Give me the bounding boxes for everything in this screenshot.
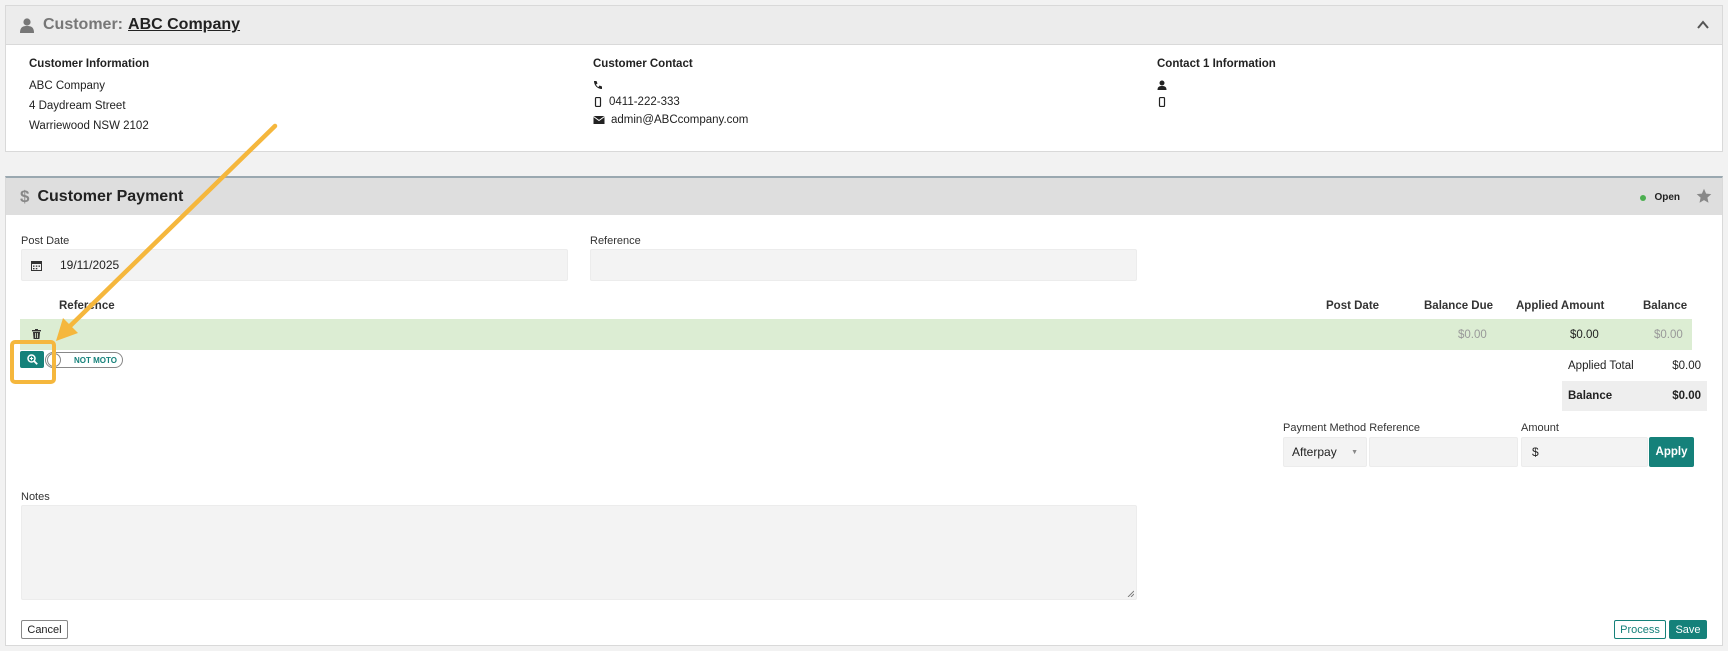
address-line: ABC Company — [29, 80, 106, 92]
zoom-button[interactable] — [20, 351, 44, 368]
mobile-icon — [594, 97, 602, 107]
status-label: Open — [1654, 192, 1680, 203]
payment-method-label: Payment Method Reference — [1283, 422, 1420, 434]
save-button[interactable]: Save — [1669, 620, 1707, 639]
email-value: admin@ABCcompany.com — [611, 114, 749, 126]
amount-label: Amount — [1521, 422, 1559, 434]
customer-info-heading: Customer Information — [29, 58, 150, 70]
email-line: admin@ABCcompany.com — [593, 111, 748, 129]
customer-contact-heading: Customer Contact — [593, 58, 693, 70]
phone-icon — [594, 80, 602, 89]
trash-icon[interactable] — [32, 329, 41, 339]
post-date-value: 19/11/2025 — [60, 258, 120, 272]
person-icon — [20, 17, 34, 33]
column-header-balance: Balance — [1643, 300, 1688, 312]
status-dot — [1640, 194, 1647, 201]
contact1-mobile-line — [1157, 93, 1276, 110]
star-icon[interactable] — [1696, 188, 1712, 204]
customer-information: Customer Information ABC Company 4 Daydr… — [29, 58, 149, 136]
mobile-icon — [1158, 96, 1166, 107]
contact1-information: Contact 1 Information — [1157, 58, 1276, 110]
cancel-button[interactable]: Cancel — [21, 620, 68, 639]
notes-textarea[interactable] — [21, 505, 1137, 600]
reference-input[interactable] — [590, 249, 1137, 281]
method-reference-input[interactable] — [1369, 437, 1518, 467]
resize-handle-icon[interactable] — [1127, 590, 1134, 597]
applied-total-row: Applied Total $0.00 — [1562, 351, 1707, 381]
row-balance: $0.00 — [1654, 329, 1683, 341]
customer-panel-header[interactable]: Customer: ABC Company — [6, 6, 1722, 45]
customer-title-prefix: Customer: — [43, 16, 124, 33]
payment-panel-header: $ Customer Payment — [6, 178, 1722, 215]
caret-down-icon: ▼ — [1351, 448, 1358, 456]
totals-box: Applied Total $0.00 Balance $0.00 — [1562, 351, 1707, 411]
calendar-icon[interactable] — [31, 260, 42, 271]
column-header-balance-due: Balance Due — [1424, 300, 1494, 312]
status-badge: Open — [1640, 192, 1680, 203]
contact1-name-line — [1157, 76, 1276, 93]
customer-name-link[interactable]: ABC Company — [128, 16, 240, 34]
method-reference-label: Reference — [1369, 422, 1420, 434]
person-icon — [1157, 80, 1167, 90]
notes-label: Notes — [21, 491, 50, 503]
amount-input[interactable]: $ — [1521, 437, 1648, 467]
payment-method-select[interactable]: Afterpay ▼ — [1283, 437, 1367, 467]
zoom-in-icon — [26, 354, 38, 365]
apply-button[interactable]: Apply — [1649, 437, 1694, 467]
row-applied-amount: $0.00 — [1570, 329, 1599, 341]
dollar-icon: $ — [20, 186, 30, 206]
envelope-icon — [593, 116, 605, 124]
mobile-value: 0411-222-333 — [609, 96, 680, 108]
post-date-label: Post Date — [21, 235, 70, 247]
payment-title: Customer Payment — [37, 187, 184, 205]
column-header-post-date: Post Date — [1326, 300, 1380, 312]
customer-contact: Customer Contact 0411-222-333 admin@ABCc… — [593, 58, 748, 129]
address-line: Warriewood NSW 2102 — [29, 120, 149, 132]
moto-toggle[interactable]: NOT MOTO — [45, 352, 123, 368]
customer-panel: Customer: ABC Company Customer Informati… — [5, 5, 1723, 152]
mobile-line: 0411-222-333 — [593, 93, 748, 111]
balance-label: Balance — [1568, 390, 1613, 402]
amount-value: $ — [1532, 445, 1539, 459]
moto-label: NOT MOTO — [74, 355, 117, 365]
process-button[interactable]: Process — [1614, 620, 1666, 639]
payment-method-label-text: Payment Method — [1283, 422, 1367, 434]
balance-value: $0.00 — [1672, 390, 1701, 402]
phone-line — [593, 76, 748, 93]
contact1-heading: Contact 1 Information — [1157, 58, 1276, 70]
column-header-reference: Reference — [59, 300, 115, 312]
chevron-up-icon[interactable] — [1696, 18, 1710, 32]
reference-label: Reference — [590, 235, 641, 247]
applied-total-label: Applied Total — [1568, 360, 1634, 372]
balance-row: Balance $0.00 — [1562, 381, 1707, 411]
address-line: 4 Daydream Street — [29, 100, 126, 112]
column-header-applied-amount: Applied Amount — [1516, 300, 1605, 312]
table-row: $0.00 $0.00 $0.00 — [20, 319, 1692, 350]
toggle-knob — [47, 353, 61, 367]
payment-method-value: Afterpay — [1292, 445, 1337, 459]
applied-total-value: $0.00 — [1672, 360, 1701, 372]
post-date-field[interactable]: 19/11/2025 — [21, 249, 568, 281]
row-balance-due: $0.00 — [1458, 329, 1487, 341]
